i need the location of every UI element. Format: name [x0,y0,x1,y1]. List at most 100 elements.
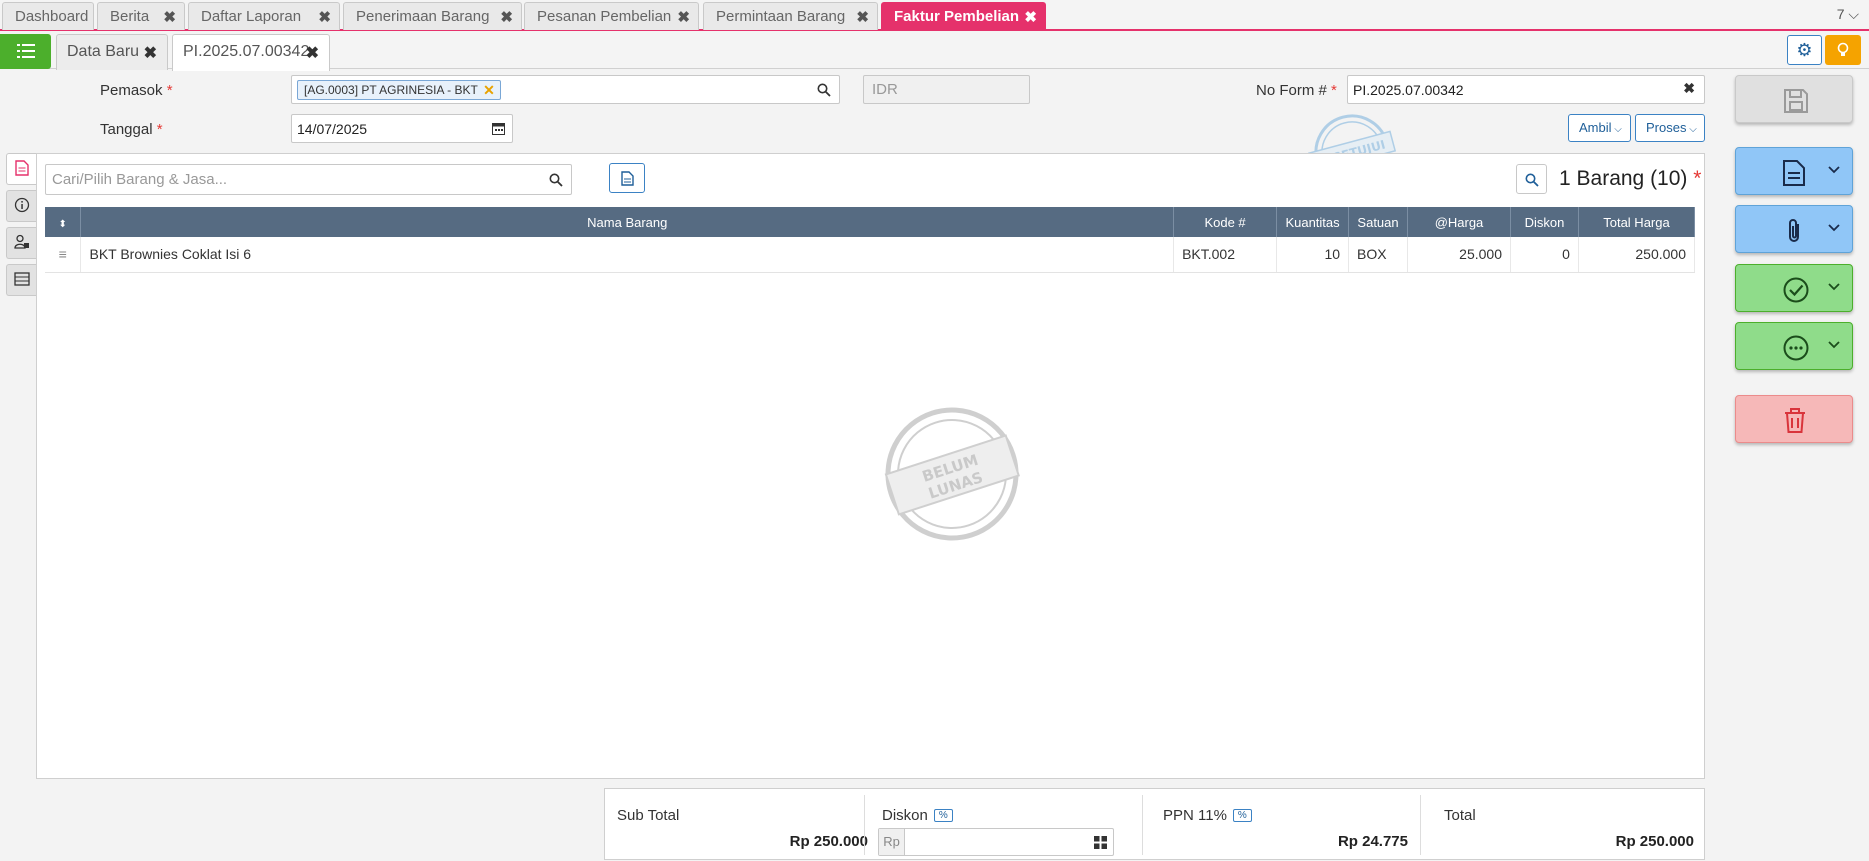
side-tab-user[interactable] [6,227,36,259]
tab-faktur-pembelian[interactable]: Faktur Pembelian ✖ [881,2,1046,30]
totals-bar: Sub Total Rp 250.000 Diskon% Rp PPN 11%%… [604,788,1705,860]
chevron-down-icon: ⌵ [1686,124,1697,135]
cell-qty[interactable]: 10 [1276,237,1350,273]
menu-button[interactable] [0,34,51,69]
module-tab-bar: Dashboard Berita ✖ Daftar Laporan ✖ Peneri… [0,0,1869,31]
check-circle-icon [1783,277,1809,303]
ambil-button[interactable]: Ambil ⌵ [1568,114,1631,142]
cell-price[interactable]: 25.000 [1407,237,1511,273]
currency-placeholder: IDR [872,81,898,98]
settings-button[interactable]: ⚙ [1787,35,1822,65]
item-search-input[interactable]: Cari/Pilih Barang & Jasa... [45,164,572,195]
chevron-down-icon[interactable] [1828,283,1840,291]
approve-button[interactable] [1735,264,1853,312]
col-total-harga[interactable]: Total Harga [1578,207,1696,237]
lightbulb-icon [1837,42,1849,56]
cell-code[interactable]: BKT.002 [1173,237,1278,273]
col-nama-barang[interactable]: Nama Barang [80,207,1175,237]
subtotal-value: Rp 250.000 [789,833,868,850]
document-tab-bar: Data Baru ✖ PI.2025.07.00342 ✖ ⚙ [0,31,1869,71]
close-icon[interactable]: ✖ [144,43,157,63]
ambil-label: Ambil [1579,120,1612,135]
cell-name[interactable]: BKT Brownies Coklat Isi 6 [80,237,1175,273]
delete-button[interactable] [1735,395,1853,443]
tab-count: 7 [1836,6,1845,22]
tab-daftar-laporan[interactable]: Daftar Laporan ✖ [188,2,340,30]
tanggal-field[interactable]: 14/07/2025 [291,114,513,143]
tab-berita[interactable]: Berita ✖ [97,2,185,30]
chevron-down-icon: ⌵ [1848,6,1859,22]
more-actions-button[interactable] [1735,322,1853,370]
chevron-down-icon[interactable] [1828,224,1840,232]
no-form-field[interactable]: PI.2025.07.00342 ✖ [1347,75,1705,104]
ppn-percent-toggle[interactable]: % [1232,809,1252,822]
tab-label: Dashboard [15,8,89,25]
ppn-label: PPN 11%% [1163,807,1252,824]
tab-data-baru[interactable]: Data Baru ✖ [56,34,168,70]
tab-permintaan-barang[interactable]: Permintaan Barang ✖ [703,2,878,30]
info-icon [14,197,29,213]
side-tab-detail[interactable] [6,153,36,185]
tab-penerimaan-barang[interactable]: Penerimaan Barang ✖ [343,2,522,30]
drag-handle-icon[interactable]: ≡ [45,237,82,273]
subtotal-cell: Sub Total Rp 250.000 [605,795,880,855]
cell-total[interactable]: 250.000 [1578,237,1696,273]
calculator-icon[interactable] [1094,836,1107,849]
table-header-row: ⬍ Nama Barang Kode # Kuantitas Satuan @H… [45,207,1696,237]
side-tab-info[interactable] [6,190,36,222]
attachment-button[interactable] [1735,205,1853,253]
tanggal-value: 14/07/2025 [297,121,368,137]
col-kode[interactable]: Kode # [1173,207,1278,237]
table-row[interactable]: ≡ BKT Brownies Coklat Isi 6 BKT.002 10 B… [45,237,1696,273]
close-icon[interactable]: ✖ [500,8,513,26]
col-satuan[interactable]: Satuan [1348,207,1409,237]
proses-button[interactable]: Proses ⌵ [1635,114,1705,142]
search-icon[interactable] [549,173,563,187]
cell-unit[interactable]: BOX [1348,237,1409,273]
close-icon[interactable]: ✖ [677,8,690,26]
save-button[interactable] [1735,75,1853,123]
tab-count-dropdown[interactable]: 7 ⌵ [1837,6,1859,23]
tips-button[interactable] [1825,35,1861,65]
tab-pi-document[interactable]: PI.2025.07.00342 ✖ [172,34,330,71]
gear-icon: ⚙ [1796,40,1813,60]
close-icon[interactable]: ✖ [306,43,319,63]
tab-dashboard[interactable]: Dashboard [2,2,94,30]
col-kuantitas[interactable]: Kuantitas [1276,207,1350,237]
col-diskon[interactable]: Diskon [1510,207,1579,237]
total-value: Rp 250.000 [1615,833,1694,850]
side-tab-archive[interactable] [6,264,36,296]
discount-percent-toggle[interactable]: % [933,809,953,822]
cell-discount[interactable]: 0 [1510,237,1579,273]
calendar-icon[interactable] [492,122,505,135]
remove-chip-icon[interactable]: ✕ [483,82,495,99]
more-circle-icon [1783,335,1809,361]
document-icon [621,171,634,186]
col-harga[interactable]: @Harga [1407,207,1511,237]
clear-icon[interactable]: ✖ [1683,80,1695,97]
sort-handle-header[interactable]: ⬍ [45,207,82,237]
print-document-button[interactable] [1735,147,1853,195]
sort-icon: ⬍ [58,218,67,230]
pemasok-field[interactable]: [AG.0003] PT AGRINESIA - BKT ✕ [291,75,840,104]
user-lock-icon [13,234,29,249]
discount-input[interactable]: Rp [878,828,1114,856]
close-icon[interactable]: ✖ [1024,8,1037,26]
tab-pesanan-pembelian[interactable]: Pesanan Pembelian ✖ [524,2,699,30]
chevron-down-icon: ⌵ [1611,124,1622,135]
tanggal-label: Tanggal * [100,121,163,138]
close-icon[interactable]: ✖ [856,8,869,26]
item-detail-button[interactable] [609,163,645,193]
find-item-button[interactable] [1516,164,1547,194]
tab-label: Pesanan Pembelian [537,8,672,25]
currency-field[interactable]: IDR [863,75,1030,104]
chevron-down-icon[interactable] [1828,341,1840,349]
search-icon[interactable] [817,83,831,97]
item-count: 1 Barang (10) * [1559,167,1701,191]
divider [1420,795,1421,855]
divider [864,795,865,855]
chevron-down-icon[interactable] [1828,166,1840,174]
close-icon[interactable]: ✖ [163,8,176,26]
ppn-cell: PPN 11%% Rp 24.775 [1155,795,1420,855]
close-icon[interactable]: ✖ [318,8,331,26]
